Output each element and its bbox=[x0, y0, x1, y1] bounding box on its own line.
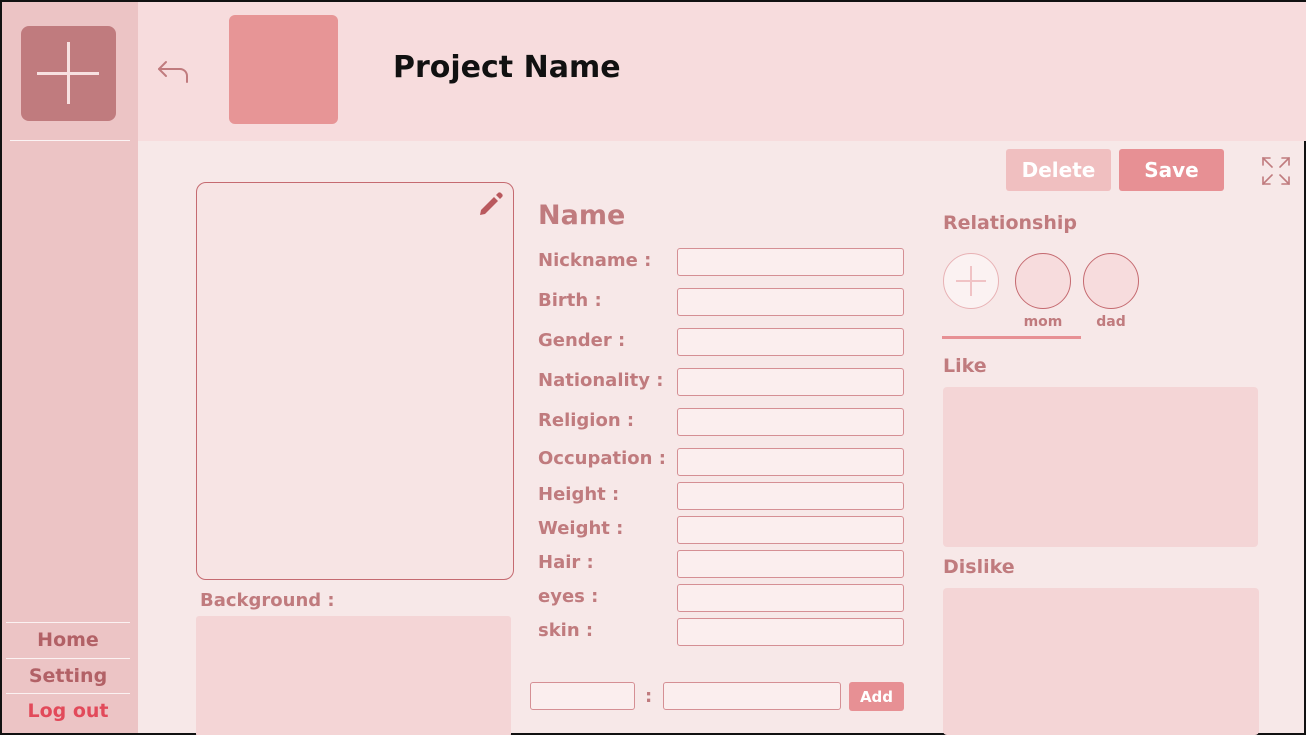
pencil-icon[interactable] bbox=[477, 190, 505, 218]
add-field-button[interactable]: Add bbox=[849, 682, 904, 711]
weight-input[interactable] bbox=[677, 516, 904, 544]
header: Project Name bbox=[138, 2, 1306, 141]
field-label-nickname: Nickname : bbox=[538, 250, 652, 271]
eyes-input[interactable] bbox=[677, 584, 904, 612]
birth-input[interactable] bbox=[677, 288, 904, 316]
sidebar-item-logout[interactable]: Log out bbox=[6, 693, 130, 728]
delete-button[interactable]: Delete bbox=[1006, 149, 1111, 191]
project-thumbnail[interactable] bbox=[229, 15, 338, 124]
relationship-underline bbox=[942, 336, 1081, 339]
field-label-gender: Gender : bbox=[538, 330, 626, 351]
character-name-title[interactable]: Name bbox=[538, 200, 625, 231]
custom-field-value-input[interactable] bbox=[663, 682, 841, 710]
field-label-birth: Birth : bbox=[538, 290, 602, 311]
add-relationship-button[interactable] bbox=[943, 253, 999, 309]
field-label-religion: Religion : bbox=[538, 410, 635, 431]
background-textarea[interactable] bbox=[196, 616, 511, 735]
character-portrait[interactable] bbox=[196, 182, 514, 580]
like-label: Like bbox=[943, 355, 987, 377]
occupation-input[interactable] bbox=[677, 448, 904, 476]
save-button[interactable]: Save bbox=[1119, 149, 1224, 191]
back-arrow-icon[interactable] bbox=[156, 56, 192, 86]
sidebar: Home Setting Log out bbox=[2, 2, 138, 733]
field-label-skin: skin : bbox=[538, 620, 594, 641]
dislike-textarea[interactable] bbox=[943, 588, 1259, 735]
relationship-avatar-dad[interactable] bbox=[1083, 253, 1139, 309]
sidebar-item-setting[interactable]: Setting bbox=[6, 658, 130, 693]
custom-field-separator: : bbox=[645, 686, 653, 707]
field-label-height: Height : bbox=[538, 484, 620, 505]
field-label-occupation: Occupation : bbox=[538, 448, 666, 469]
plus-icon-vertical bbox=[970, 266, 972, 296]
field-label-nationality: Nationality : bbox=[538, 370, 664, 391]
new-project-button[interactable] bbox=[21, 26, 116, 121]
project-title: Project Name bbox=[393, 50, 621, 85]
religion-input[interactable] bbox=[677, 408, 904, 436]
sidebar-item-home[interactable]: Home bbox=[6, 622, 130, 657]
gender-input[interactable] bbox=[677, 328, 904, 356]
field-label-weight: Weight : bbox=[538, 518, 624, 539]
nationality-input[interactable] bbox=[677, 368, 904, 396]
height-input[interactable] bbox=[677, 482, 904, 510]
field-label-eyes: eyes : bbox=[538, 586, 599, 607]
expand-icon[interactable] bbox=[1261, 156, 1291, 186]
field-label-hair: Hair : bbox=[538, 552, 594, 573]
sidebar-divider bbox=[10, 140, 130, 141]
relationship-name-dad: dad bbox=[1096, 314, 1126, 330]
hair-input[interactable] bbox=[677, 550, 904, 578]
relationship-label: Relationship bbox=[943, 212, 1077, 234]
nickname-input[interactable] bbox=[677, 248, 904, 276]
relationship-name-mom: mom bbox=[1023, 314, 1063, 330]
custom-field-key-input[interactable] bbox=[530, 682, 635, 710]
skin-input[interactable] bbox=[677, 618, 904, 646]
background-label: Background : bbox=[200, 590, 335, 611]
like-textarea[interactable] bbox=[943, 387, 1258, 547]
plus-icon-vertical bbox=[67, 42, 70, 104]
relationship-avatar-mom[interactable] bbox=[1015, 253, 1071, 309]
dislike-label: Dislike bbox=[943, 556, 1015, 578]
